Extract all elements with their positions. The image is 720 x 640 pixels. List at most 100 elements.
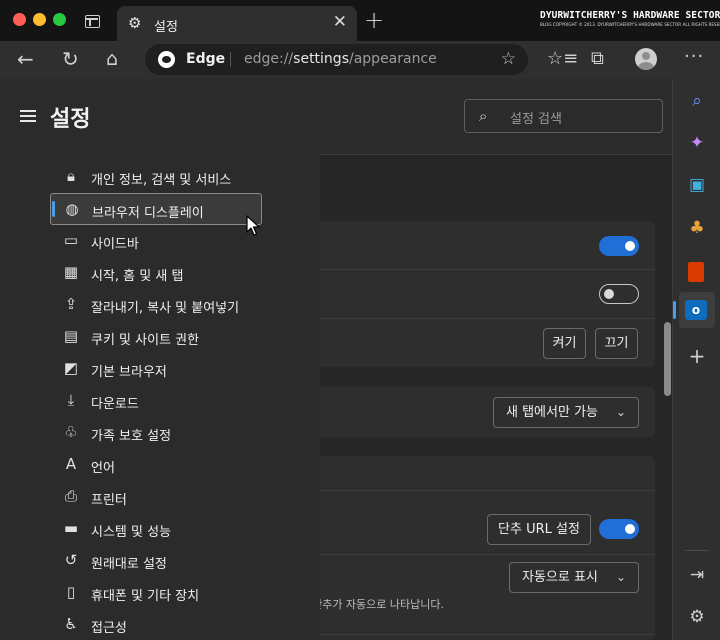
sidebar-item-0[interactable]: 🔒︎ 개인 정보, 검색 및 서비스 <box>50 161 262 193</box>
add-sidebar-app-icon[interactable]: + <box>685 344 709 368</box>
edge-logo-icon <box>158 51 175 68</box>
chevron-down-icon: ⌄ <box>615 405 626 419</box>
site-permissions-icon: ▤ <box>63 327 79 345</box>
sidebar-item-3[interactable]: ▦ 시작, 홈 및 새 탭 <box>50 257 262 289</box>
sidebar-item-label: 접근성 <box>91 621 127 636</box>
title-bar: ⚙ 설정 ✕ + DYURWITCHERRY'S HARDWARE SECTOR… <box>0 0 720 41</box>
url-host: settings <box>293 51 349 67</box>
settings-nav-panel: 설정 🔒︎ 개인 정보, 검색 및 서비스 ◍ 브라우저 디스플레이 ▭ 사이드바 ▦ 시작,… <box>0 79 320 640</box>
toggle-row1[interactable] <box>599 236 639 256</box>
sidebar-item-label: 언어 <box>91 461 115 476</box>
tab-actions-icon[interactable] <box>85 15 100 28</box>
close-tab-icon[interactable]: ✕ <box>333 14 347 31</box>
watermark-subtitle: BLOG COPYRIGHT © 2013. DYURWITCHERRY'S H… <box>540 22 720 27</box>
office-icon[interactable] <box>688 262 704 282</box>
profile-avatar[interactable] <box>635 48 657 70</box>
shopping-icon[interactable]: ▣ <box>685 173 709 197</box>
sidebar-collapse-icon[interactable]: ⇥ <box>685 563 709 587</box>
sidebar-item-8[interactable]: ♧ 가족 보호 설정 <box>50 417 262 449</box>
sidebar-item-9[interactable]: A 언어 <box>50 449 262 481</box>
toggle-shortcut[interactable] <box>599 519 639 539</box>
sidebar-item-label: 사이드바 <box>91 237 139 252</box>
language-icon: A <box>65 455 77 473</box>
watermark-title: DYURWITCHERRY'S HARDWARE SECTOR <box>540 10 720 21</box>
accessibility-icon: ♿︎ <box>64 615 78 633</box>
share-icon: ⇪ <box>64 295 78 313</box>
back-arrow-icon[interactable]: ← <box>17 49 34 69</box>
sidebar-divider <box>685 550 709 551</box>
sidebar-item-10[interactable]: ⎙ 프린터 <box>50 481 262 513</box>
more-options-icon[interactable]: ··· <box>684 47 704 67</box>
sidebar-settings-gear-icon[interactable]: ⚙ <box>685 605 709 629</box>
outlook-icon[interactable]: o <box>685 300 707 320</box>
new-tab-dropdown[interactable]: 새 탭에서만 가능 ⌄ <box>493 397 639 428</box>
sidebar-item-label: 쿠키 및 사이트 권한 <box>91 333 200 348</box>
watermark-logo: DYURWITCHERRY'S HARDWARE SECTOR BLOG COP… <box>540 10 720 36</box>
settings-title: 설정 <box>50 107 91 132</box>
on-button[interactable]: 켜기 <box>543 328 586 359</box>
window-close-button[interactable] <box>13 13 26 26</box>
auto-show-dropdown[interactable]: 자동으로 표시 ⌄ <box>509 562 639 593</box>
collections-icon[interactable]: ⧉ <box>591 49 604 69</box>
sidebar-item-2[interactable]: ▭ 사이드바 <box>50 225 262 257</box>
sidebar-item-7[interactable]: ⤓ 다운로드 <box>50 385 262 417</box>
off-button[interactable]: 끄기 <box>595 328 638 359</box>
browser-toolbar: ← ↻ ⌂ Edge edge://settings/appearance ☆ … <box>0 41 720 79</box>
search-icon: ⌕ <box>479 107 488 125</box>
edge-sidebar: ⌕ ✦ ▣ ♣ o + ⇥ ⚙ <box>672 79 720 640</box>
family-icon: ♧ <box>64 423 78 441</box>
refresh-icon[interactable]: ↻ <box>62 49 79 69</box>
window-maximize-button[interactable] <box>53 13 66 26</box>
search-placeholder: 설정 검색 <box>510 112 562 127</box>
favorites-icon[interactable]: ☆≡ <box>547 49 578 69</box>
sidebar-item-label: 가족 보호 설정 <box>91 429 172 444</box>
row-divider <box>300 554 655 555</box>
window-minimize-button[interactable] <box>33 13 46 26</box>
row-divider <box>300 269 655 270</box>
edge-brand-label: Edge <box>186 51 226 67</box>
tab-settings[interactable]: ⚙ 설정 ✕ <box>117 6 357 41</box>
address-bar[interactable]: Edge edge://settings/appearance ☆ <box>145 44 528 75</box>
sidebar-item-14[interactable]: ♿︎ 접근성 <box>50 609 262 640</box>
home-grid-icon: ▦ <box>63 263 79 281</box>
sidebar-item-label: 브라우저 디스플레이 <box>92 206 204 221</box>
copilot-sparkle-icon[interactable]: ✦ <box>685 131 709 155</box>
sidebar-item-13[interactable]: ▯ 휴대폰 및 기타 장치 <box>50 577 262 609</box>
sidebar-item-6[interactable]: ◩ 기본 브라우저 <box>50 353 262 385</box>
menu-icon[interactable] <box>20 110 36 122</box>
content-scrollbar[interactable] <box>664 322 671 396</box>
auto-show-dropdown-value: 자동으로 표시 <box>522 570 598 585</box>
sidebar-item-label: 개인 정보, 검색 및 서비스 <box>91 173 232 188</box>
toggle-row2[interactable] <box>599 284 639 304</box>
settings-search-input[interactable]: ⌕ 설정 검색 <box>464 99 663 133</box>
url-text[interactable]: edge://settings/appearance <box>244 51 437 67</box>
browser-window: ⚙ 설정 ✕ + DYURWITCHERRY'S HARDWARE SECTOR… <box>0 0 720 640</box>
sidebar-item-4[interactable]: ⇪ 잘라내기, 복사 및 붙여넣기 <box>50 289 262 321</box>
sidebar-item-1[interactable]: ◍ 브라우저 디스플레이 <box>50 193 262 225</box>
sidebar-item-11[interactable]: ▬ 시스템 및 성능 <box>50 513 262 545</box>
reset-icon: ↺ <box>64 551 78 569</box>
sidebar-item-label: 기본 브라우저 <box>91 365 167 380</box>
search-icon[interactable]: ⌕ <box>685 89 709 113</box>
add-favorite-icon[interactable]: ☆ <box>501 49 516 69</box>
people-icon[interactable]: ♣ <box>685 216 709 240</box>
row-divider <box>300 318 655 319</box>
lock-icon: 🔒︎ <box>67 167 75 185</box>
new-tab-card: 새 탭에서만 가능 ⌄ <box>300 387 655 437</box>
mouse-cursor-icon <box>246 215 260 236</box>
address-divider <box>230 52 231 67</box>
row-divider <box>300 634 655 635</box>
url-prefix: edge:// <box>244 51 294 67</box>
chevron-down-icon: ⌄ <box>615 570 626 584</box>
new-tab-dropdown-value: 새 탭에서만 가능 <box>506 405 598 420</box>
home-icon[interactable]: ⌂ <box>106 49 118 69</box>
default-browser-icon: ◩ <box>63 359 79 377</box>
sidebar-item-5[interactable]: ▤ 쿠키 및 사이트 권한 <box>50 321 262 353</box>
gear-icon: ⚙ <box>128 14 142 32</box>
appearance-card: 켜기 끄기 <box>300 221 655 367</box>
hint-text: ]] 단추가 자동으로 나타납니다. <box>300 598 445 611</box>
sidebar-item-12[interactable]: ↺ 원래대로 설정 <box>50 545 262 577</box>
shortcut-url-button[interactable]: 단추 URL 설정 <box>487 514 591 545</box>
laptop-icon: ▬ <box>63 519 79 537</box>
new-tab-button[interactable]: + <box>364 8 384 32</box>
